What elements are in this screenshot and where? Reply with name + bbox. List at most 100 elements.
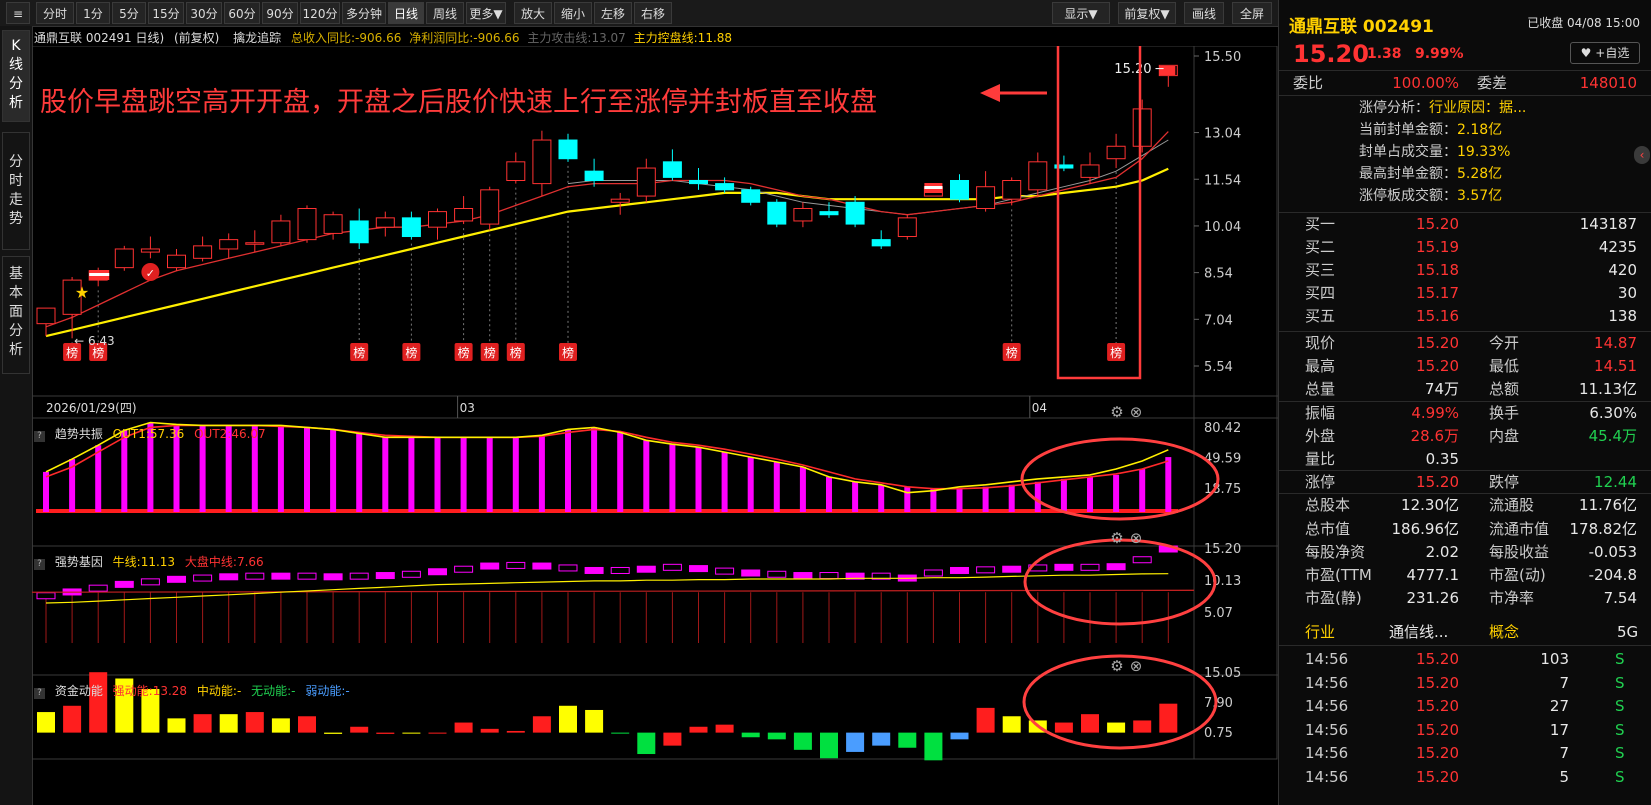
fund-title[interactable]: 资金动能 <box>55 684 103 698</box>
fund-bar <box>767 732 786 740</box>
gene-box <box>584 566 604 574</box>
gene-box <box>662 563 682 571</box>
control-line-value: 主力控盘线:11.88 <box>633 31 733 45</box>
trend-out1: OUT1:57.36 <box>112 427 185 441</box>
fund-bar <box>637 732 656 755</box>
trend-bar <box>773 462 780 512</box>
fund-bar <box>846 732 865 752</box>
period-button-14[interactable]: 左移 <box>594 2 632 24</box>
date-label: 2026/01/29(四) <box>46 401 137 415</box>
candle-body <box>1028 161 1048 191</box>
collapse-arrow-icon[interactable]: ‹ <box>1634 146 1650 164</box>
limit-analysis-value: 2.18亿 <box>1457 122 1503 138</box>
gene-axis-label: 15.20 <box>1204 542 1241 557</box>
fund-bar <box>1133 720 1152 733</box>
stat-value: 15.20 <box>1416 334 1459 352</box>
trend-axis-label: 80.42 <box>1204 421 1241 436</box>
trend-panel-header: ? 趋势共振 OUT1:57.36 OUT2:46.07 <box>34 424 266 444</box>
bid-price: 15.16 <box>1416 307 1459 325</box>
toolbar-right-button-3[interactable]: 全屏 <box>1232 2 1272 24</box>
bid-row[interactable]: 买三 15.18 420 <box>1279 259 1651 282</box>
fund-weak: 弱动能:- <box>305 684 350 698</box>
candle-body <box>558 139 578 160</box>
candle-body <box>401 217 421 238</box>
gene-title[interactable]: 强势基因 <box>55 555 103 569</box>
fund-bar <box>611 732 630 734</box>
period-button-3[interactable]: 15分 <box>148 2 184 24</box>
period-button-12[interactable]: 放大 <box>514 2 552 24</box>
gene-box <box>506 561 526 569</box>
tab-intraday[interactable]: 分时走势 <box>2 132 30 250</box>
trend-bar <box>1087 476 1093 512</box>
fund-bar <box>271 718 290 733</box>
period-button-5[interactable]: 60分 <box>224 2 260 24</box>
stat-value: -0.053 <box>1588 542 1637 561</box>
stat-row: 市盈(TTM 4777.1 市盈(动) -204.8 <box>1279 564 1651 587</box>
bid-row[interactable]: 买二 15.19 4235 <box>1279 236 1651 259</box>
tab-fundamental[interactable]: 基本面分析 <box>2 256 30 374</box>
period-button-4[interactable]: 30分 <box>186 2 222 24</box>
stat-label: 内盘 <box>1489 426 1520 445</box>
trade-side: S <box>1615 697 1625 716</box>
bang-marker-label: 榜 <box>484 345 496 360</box>
trend-title[interactable]: 趋势共振 <box>55 427 103 441</box>
limit-analysis-row[interactable]: 涨停分析：行业原因：据... <box>1359 97 1649 119</box>
fund-bar <box>245 712 264 733</box>
period-button-6[interactable]: 90分 <box>262 2 298 24</box>
fund-bar <box>428 732 447 734</box>
concept-value[interactable]: 5G <box>1617 621 1638 644</box>
period-button-10[interactable]: 周线 <box>426 2 464 24</box>
toolbar-right-button-0[interactable]: 显示▼ <box>1052 2 1110 24</box>
limit-analysis-label: 涨停板成交额： <box>1359 188 1457 204</box>
help-icon[interactable]: ? <box>34 559 45 570</box>
help-icon[interactable]: ? <box>34 688 45 699</box>
period-button-0[interactable]: 分时 <box>36 2 74 24</box>
price-tick-label: 5.54 <box>1204 360 1233 375</box>
industry-label: 行业 <box>1305 623 1336 641</box>
fund-none: 无动能:- <box>251 684 296 698</box>
industry-value[interactable]: 通信线... <box>1389 621 1448 644</box>
bid-row[interactable]: 买四 15.17 30 <box>1279 282 1651 305</box>
tab-kline-analysis[interactable]: K线分析 <box>2 30 30 122</box>
gene-box <box>323 573 343 581</box>
fund-bar <box>1054 722 1073 733</box>
period-button-13[interactable]: 缩小 <box>554 2 592 24</box>
period-button-9[interactable]: 日线 <box>388 2 424 24</box>
stat-value: 178.82亿 <box>1569 519 1638 538</box>
trend-bar <box>1008 484 1015 512</box>
period-button-7[interactable]: 120分 <box>300 2 340 24</box>
stat-value: 4777.1 <box>1406 566 1460 584</box>
candle-body <box>845 201 865 225</box>
trend-bar <box>95 445 102 512</box>
stat-row: 最高 15.20 最低 14.51 <box>1279 355 1651 378</box>
period-button-8[interactable]: 多分钟 <box>342 2 386 24</box>
period-button-11[interactable]: 更多▼ <box>466 2 506 24</box>
trade-row: 14:56 15.20 27 S <box>1279 695 1651 718</box>
toolbar-right-button-2[interactable]: 画线 <box>1184 2 1224 24</box>
menu-icon[interactable]: ≡ <box>6 2 30 24</box>
trade-volume: 7 <box>1559 673 1569 692</box>
period-button-1[interactable]: 1分 <box>76 2 110 24</box>
period-button-15[interactable]: 右移 <box>634 2 672 24</box>
left-tab-strip: K线分析 分时走势 基本面分析 <box>0 26 33 805</box>
trade-time: 14:56 <box>1305 673 1349 692</box>
stat-label: 最高 <box>1305 357 1336 376</box>
indicator-name[interactable]: 擒龙追踪 <box>233 31 281 45</box>
help-icon[interactable]: ? <box>34 431 45 442</box>
market-status: 已收盘 04/08 15:00 <box>1527 16 1640 30</box>
bid-row[interactable]: 买五 15.16 138 <box>1279 305 1651 328</box>
bid-row[interactable]: 买一 15.20 143187 <box>1279 213 1651 236</box>
limit-analysis-row: 最高封单金额：5.28亿 <box>1359 163 1649 185</box>
toolbar-right-button-1[interactable]: 前复权▼ <box>1118 2 1176 24</box>
add-watchlist-button[interactable]: ♥ +自选 <box>1570 42 1640 64</box>
candle-body <box>1132 108 1152 147</box>
stat-row: 总市值 186.96亿 流通市值 178.82亿 <box>1279 518 1651 541</box>
trend-bar <box>669 444 676 512</box>
trade-price: 15.20 <box>1416 768 1459 786</box>
trade-price: 15.20 <box>1416 720 1459 739</box>
limit-analysis-label: 封单占成交量： <box>1359 144 1457 160</box>
period-button-2[interactable]: 5分 <box>112 2 146 24</box>
limit-analysis-value: 3.57亿 <box>1457 188 1503 204</box>
stat-row: 涨停 15.20 跌停 12.44 <box>1279 471 1651 494</box>
fund-bar <box>872 732 891 746</box>
